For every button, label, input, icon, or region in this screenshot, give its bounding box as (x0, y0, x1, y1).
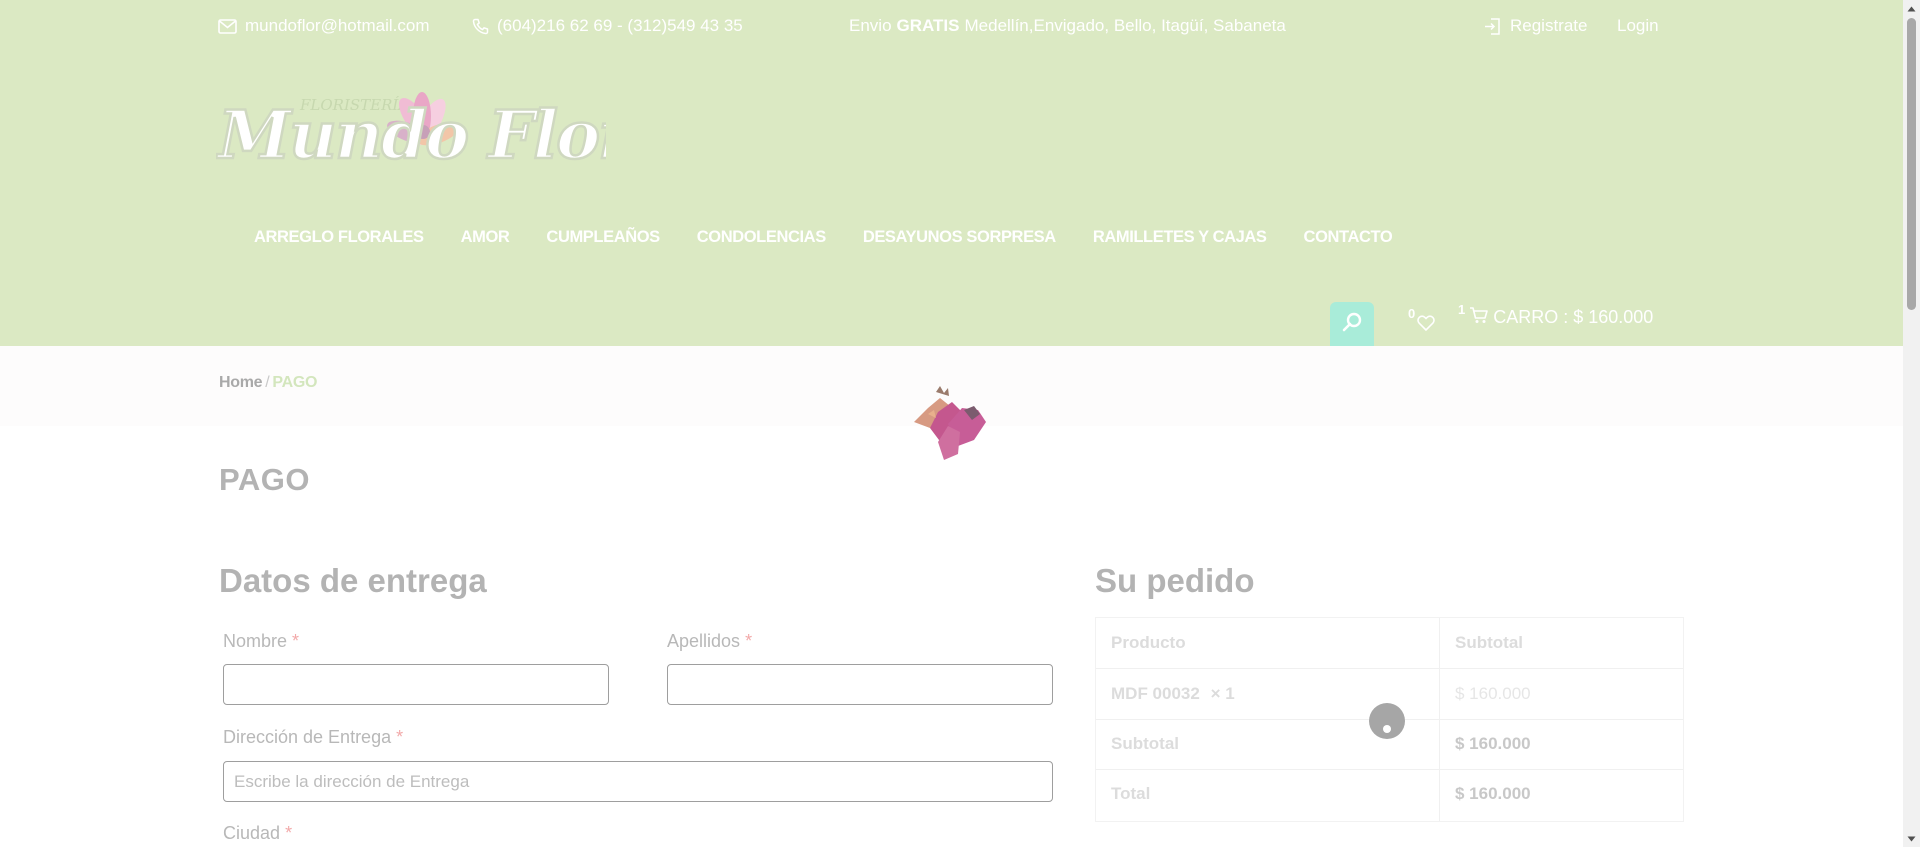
site-logo[interactable]: FLORISTERÍA Mundo Flor (216, 80, 606, 195)
item-name: MDF 00032 (1111, 684, 1200, 703)
search-button[interactable] (1330, 302, 1374, 346)
required-mark: * (285, 823, 293, 843)
login-link[interactable]: Login (1617, 16, 1659, 36)
breadcrumb-home[interactable]: Home (219, 374, 263, 392)
wishlist-button[interactable]: 0 (1408, 306, 1438, 336)
city-label: Ciudad * (223, 823, 292, 844)
scroll-down-arrow-icon[interactable] (1903, 830, 1920, 847)
item-quantity: × 1 (1210, 684, 1235, 703)
address-field[interactable] (223, 761, 1053, 802)
cart-button[interactable]: 1 CARRO : $ 160.000 (1458, 302, 1654, 329)
free-shipping-notice: Envio GRATIS Medellín,Envigado, Bello, I… (849, 16, 1286, 36)
first-name-label: Nombre * (223, 631, 299, 652)
email-text: mundoflor@hotmail.com (245, 16, 430, 35)
first-name-label-text: Nombre (223, 631, 288, 651)
address-label: Dirección de Entrega * (223, 727, 403, 748)
order-item: MDF 00032 × 1 (1111, 684, 1235, 704)
header-subtotal: Subtotal (1455, 633, 1523, 652)
page-title: PAGO (219, 462, 310, 497)
item-price: $ 160.000 (1455, 684, 1531, 703)
cart-icon (1469, 306, 1489, 329)
login-label: Login (1617, 16, 1659, 35)
shipping-prefix: Envio (849, 16, 892, 35)
first-name-field[interactable] (223, 664, 609, 705)
subtotal-label: Subtotal (1111, 734, 1179, 753)
nav-item-amor[interactable]: AMOR (461, 228, 510, 247)
required-mark: * (292, 631, 300, 651)
last-name-field[interactable] (667, 664, 1053, 705)
loading-flower-icon (908, 384, 996, 462)
nav-item-ramilletes-y-cajas[interactable]: RAMILLETES Y CAJAS (1093, 228, 1267, 247)
header-product: Producto (1111, 633, 1186, 652)
total-row: Total $ 160.000 (1096, 769, 1683, 819)
scrollbar-thumb[interactable] (1907, 18, 1916, 310)
cart-total-label: CARRO : $ 160.000 (1493, 307, 1654, 327)
nav-item-arreglo-florales[interactable]: ARREGLO FLORALES (254, 228, 424, 247)
loading-spinner-icon (1369, 703, 1405, 739)
last-name-label-text: Apellidos (667, 631, 741, 651)
nav-item-condolencias[interactable]: CONDOLENCIAS (697, 228, 826, 247)
breadcrumb-current: PAGO (272, 374, 318, 391)
envelope-icon (218, 18, 237, 34)
page-scrollbar[interactable] (1903, 0, 1920, 847)
top-bar: mundoflor@hotmail.com (604)216 62 69 - (… (0, 16, 1903, 40)
wishlist-count: 0 (1408, 306, 1416, 321)
heart-icon (1417, 315, 1435, 336)
phone-text: (604)216 62 69 - (312)549 43 35 (497, 16, 743, 35)
nav-item-contacto[interactable]: CONTACTO (1304, 228, 1393, 247)
sign-in-icon (1483, 17, 1502, 36)
required-mark: * (396, 727, 404, 747)
last-name-label: Apellidos * (667, 631, 752, 652)
breadcrumb-separator: / (265, 374, 270, 391)
search-icon (1342, 312, 1362, 337)
register-label: Registrate (1510, 16, 1588, 35)
shipping-cities: Medellín,Envigado, Bello, Itagüí, Sabane… (964, 16, 1286, 35)
subtotal-value: $ 160.000 (1455, 734, 1531, 753)
main-nav: ARREGLO FLORALES AMOR CUMPLEAÑOS CONDOLE… (254, 228, 1393, 247)
scroll-up-arrow-icon[interactable] (1903, 0, 1920, 17)
nav-item-desayunos-sorpresa[interactable]: DESAYUNOS SORPRESA (863, 228, 1056, 247)
breadcrumb: Home / PAGO (219, 374, 317, 392)
site-header: mundoflor@hotmail.com (604)216 62 69 - (… (0, 0, 1903, 346)
delivery-section-title: Datos de entrega (219, 562, 487, 599)
phone-icon (472, 18, 489, 35)
table-header-row: Producto Subtotal (1096, 618, 1683, 669)
logo-brand-text: Mundo Flor (216, 96, 606, 174)
checkout-page: mundoflor@hotmail.com (604)216 62 69 - (… (0, 0, 1903, 847)
nav-item-cumpleanos[interactable]: CUMPLEAÑOS (546, 228, 660, 247)
total-label: Total (1111, 784, 1151, 803)
email-contact[interactable]: mundoflor@hotmail.com (218, 16, 430, 36)
total-value: $ 160.000 (1455, 784, 1531, 803)
order-section-title: Su pedido (1095, 562, 1255, 599)
phone-contact[interactable]: (604)216 62 69 - (312)549 43 35 (472, 16, 743, 36)
shipping-highlight: GRATIS (896, 16, 960, 35)
register-link[interactable]: Registrate (1483, 16, 1587, 36)
cart-count: 1 (1458, 302, 1466, 317)
address-label-text: Dirección de Entrega (223, 727, 392, 747)
city-label-text: Ciudad (223, 823, 281, 843)
required-mark: * (745, 631, 753, 651)
